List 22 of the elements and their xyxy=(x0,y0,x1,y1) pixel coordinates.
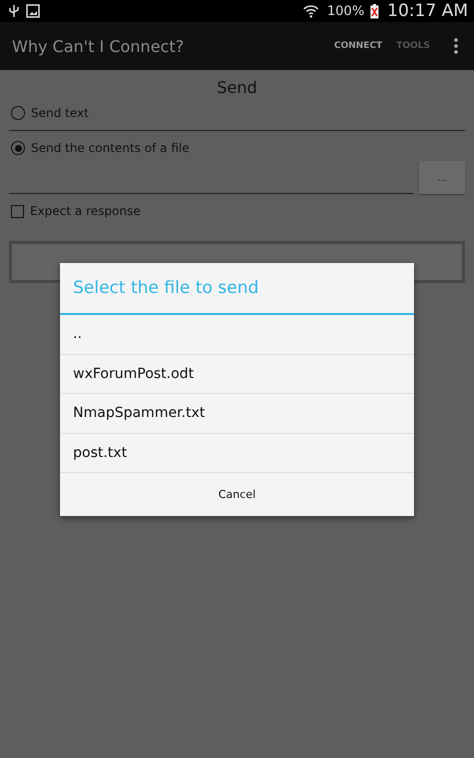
option-label: Send the contents of a file xyxy=(31,141,190,155)
battery-percent: 100% xyxy=(327,4,364,18)
dialog-title: Select the file to send xyxy=(60,263,414,315)
usb-icon xyxy=(8,4,20,18)
radio-button[interactable] xyxy=(11,141,25,155)
checkbox-label: Expect a response xyxy=(30,204,140,218)
overflow-menu-icon[interactable] xyxy=(454,38,458,54)
action-tab[interactable]: CONNECT xyxy=(334,41,382,51)
file-list-item[interactable]: .. xyxy=(60,315,414,354)
battery-icon xyxy=(370,4,380,18)
file-list-item[interactable]: wxForumPost.odt xyxy=(60,354,414,394)
cancel-button[interactable]: Cancel xyxy=(60,473,414,516)
wifi-icon xyxy=(303,4,320,18)
checkbox[interactable] xyxy=(11,204,24,218)
option-label: Send text xyxy=(31,106,89,120)
section-heading: Send xyxy=(216,78,258,99)
clock: 10:17 AM xyxy=(387,1,468,21)
file-list-item[interactable]: post.txt xyxy=(60,434,414,473)
file-list-item[interactable]: NmapSpammer.txt xyxy=(60,394,414,434)
app-title: Why Can't I Connect? xyxy=(12,36,184,56)
image-icon xyxy=(26,4,40,18)
radio-button[interactable] xyxy=(11,106,25,120)
